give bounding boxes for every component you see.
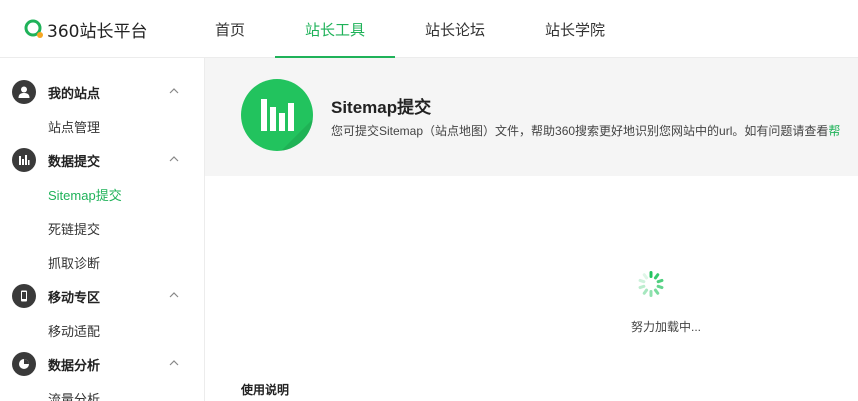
sidebar-item-deadlink-submit[interactable]: 死链提交 [0, 211, 204, 245]
pie-chart-icon [12, 352, 36, 376]
brand-logo[interactable]: 360站长平台 [24, 18, 148, 42]
sidebar-group-label: 我的站点 [48, 85, 101, 101]
tool-banner: Sitemap提交 您可提交Sitemap（站点地图）文件，帮助360搜索更好地… [205, 58, 858, 176]
usage-instructions-heading: 使用说明 [241, 383, 290, 397]
sidebar-group-data-submission[interactable]: 数据提交 [0, 143, 204, 177]
sidebar-group-mobile[interactable]: 移动专区 [0, 279, 204, 313]
sidebar-item-mobile-adapt[interactable]: 移动适配 [0, 313, 204, 347]
nav-webmaster-tools[interactable]: 站长工具 [275, 0, 396, 59]
sidebar-group-label: 数据提交 [48, 153, 101, 169]
main-nav: 首页 站长工具 站长论坛 站长学院 [185, 0, 635, 59]
page-title: Sitemap提交 [331, 98, 432, 117]
loading-text: 努力加载中... [630, 320, 701, 334]
main-content: Sitemap提交 您可提交Sitemap（站点地图）文件，帮助360搜索更好地… [205, 58, 858, 401]
chevron-up-icon[interactable] [169, 359, 179, 366]
top-header: 360站长平台 首页 站长工具 站长论坛 站长学院 [0, 0, 858, 59]
user-icon [12, 80, 36, 104]
bar-chart-icon [12, 148, 36, 172]
sitemap-bar-chart-icon [241, 79, 313, 151]
nav-webmaster-forum[interactable]: 站长论坛 [395, 0, 515, 58]
description-text: 您可提交Sitemap（站点地图）文件，帮助360搜索更好地识别您网站中的url… [331, 124, 829, 138]
sidebar-group-data-analysis[interactable]: 数据分析 [0, 347, 204, 381]
sidebar-item-site-management[interactable]: 站点管理 [0, 109, 204, 143]
nav-webmaster-academy[interactable]: 站长学院 [515, 0, 635, 58]
sidebar-group-my-sites[interactable]: 我的站点 [0, 75, 204, 109]
chevron-up-icon[interactable] [169, 155, 179, 162]
sidebar-item-sitemap-submit[interactable]: Sitemap提交 [0, 177, 204, 211]
mobile-icon [12, 284, 36, 308]
sidebar-item-traffic-analysis[interactable]: 流量分析 [0, 381, 204, 401]
chevron-up-icon[interactable] [169, 87, 179, 94]
nav-home[interactable]: 首页 [185, 0, 275, 58]
help-link[interactable]: 帮 [828, 124, 840, 138]
sidebar: 我的站点 站点管理 数据提交 Sitemap提交 死链提交 抓取诊断 移动专区 … [0, 58, 205, 401]
brand-name: 360站长平台 [47, 21, 148, 42]
logo-icon [24, 19, 44, 39]
page-description: 您可提交Sitemap（站点地图）文件，帮助360搜索更好地识别您网站中的url… [331, 122, 858, 139]
chevron-up-icon[interactable] [169, 291, 179, 298]
sidebar-item-crawl-diagnosis[interactable]: 抓取诊断 [0, 245, 204, 279]
sidebar-group-label: 数据分析 [48, 357, 101, 373]
sidebar-group-label: 移动专区 [48, 289, 101, 305]
loading-spinner-icon [638, 271, 664, 297]
